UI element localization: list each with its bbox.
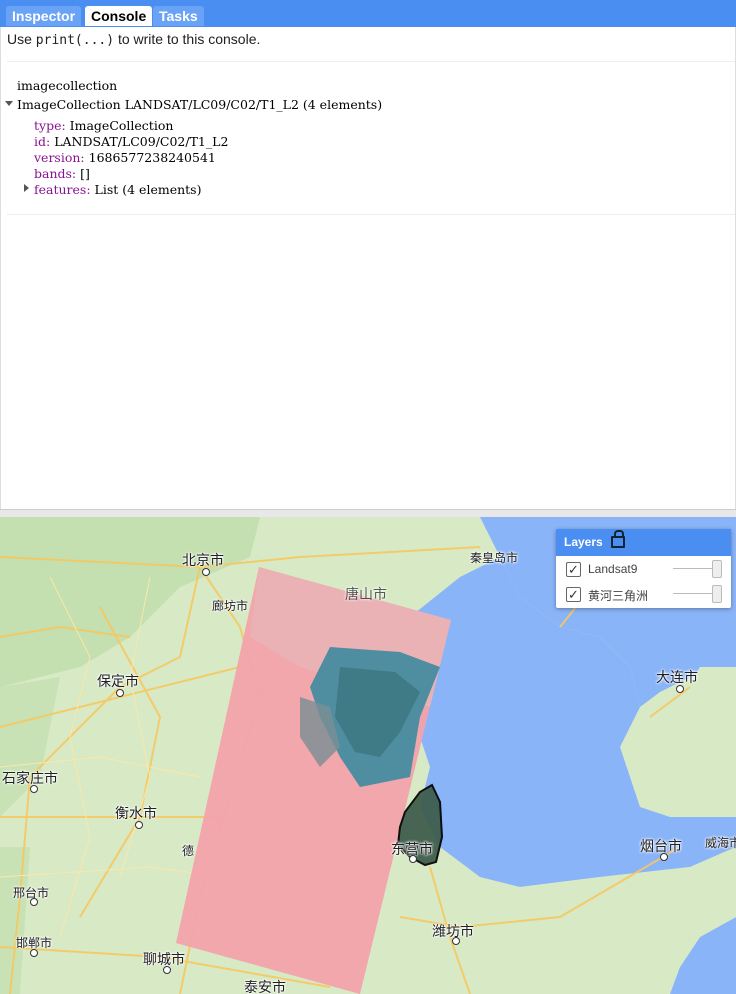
hint-suffix: to write to this console. xyxy=(114,31,261,47)
layer-name: 黄河三角洲 xyxy=(588,589,649,603)
map-label-hengshui: 衡水市 xyxy=(115,805,157,821)
console-hint: Use print(...) to write to this console. xyxy=(7,31,260,48)
lock-icon[interactable] xyxy=(611,530,625,548)
tab-inspector[interactable]: Inspector xyxy=(6,6,82,26)
map-label-weihai: 威海市 xyxy=(705,836,736,850)
city-marker xyxy=(30,785,38,793)
field-id: id: LANDSAT/LC09/C02/T1_L2 xyxy=(34,134,228,149)
city-marker xyxy=(163,966,171,974)
panel-tab-bar: Inspector Console Tasks xyxy=(0,0,736,28)
field-value: 1686577238240541 xyxy=(84,150,216,165)
field-key: id: xyxy=(34,134,51,149)
city-marker xyxy=(409,855,417,863)
field-key: features: xyxy=(34,182,91,197)
expand-arrow-icon[interactable] xyxy=(24,184,29,192)
map-label-qinhuangdao: 秦皇岛市 xyxy=(470,551,519,565)
map-label-dalian: 大连市 xyxy=(656,669,698,685)
field-value: ImageCollection xyxy=(65,118,174,133)
layer-checkbox-landsat9[interactable]: ✓ xyxy=(566,562,581,577)
map-label-beijing: 北京市 xyxy=(182,552,224,568)
map-label-taian: 泰安市 xyxy=(244,979,286,994)
city-marker xyxy=(30,898,38,906)
city-marker xyxy=(135,821,143,829)
city-marker xyxy=(30,949,38,957)
tab-console[interactable]: Console xyxy=(85,6,153,26)
field-value: List (4 elements) xyxy=(90,182,202,197)
layer-checkbox-delta[interactable]: ✓ xyxy=(566,587,581,602)
city-marker xyxy=(202,568,210,576)
layer-name: Landsat9 xyxy=(588,562,638,576)
field-key: bands: xyxy=(34,166,77,181)
layer-row-delta: ✓ 黄河三角洲 xyxy=(556,582,731,607)
field-version: version: 1686577238240541 xyxy=(34,150,216,165)
field-value: LANDSAT/LC09/C02/T1_L2 xyxy=(50,134,229,149)
opacity-slider-handle[interactable] xyxy=(712,585,722,603)
collapse-arrow-icon[interactable] xyxy=(5,101,13,106)
field-type: type: ImageCollection xyxy=(34,118,173,133)
hint-prefix: Use xyxy=(7,31,36,47)
output-variable-name: imagecollection xyxy=(17,78,118,93)
map-label-langfang: 廊坊市 xyxy=(212,599,249,613)
divider xyxy=(7,214,735,215)
city-marker xyxy=(452,937,460,945)
field-features[interactable]: features: List (4 elements) xyxy=(34,182,201,197)
map-label-baoding: 保定市 xyxy=(97,673,139,689)
city-marker xyxy=(660,853,668,861)
field-key: type: xyxy=(34,118,66,133)
city-marker xyxy=(676,685,684,693)
map-label-dezhou: 德 xyxy=(182,844,195,858)
hint-code: print(...) xyxy=(35,33,115,48)
console-panel: Use print(...) to write to this console.… xyxy=(0,27,736,510)
layers-header[interactable]: Layers xyxy=(556,529,731,556)
map-label-tangshan: 唐山市 xyxy=(345,586,387,602)
field-value: [] xyxy=(76,166,90,181)
layers-panel: Layers ✓ Landsat9 ✓ 黄河三角洲 xyxy=(556,529,731,608)
divider xyxy=(7,61,735,62)
map-label-shijiazhuang: 石家庄市 xyxy=(2,770,58,786)
layer-row-landsat9: ✓ Landsat9 xyxy=(556,557,731,582)
city-marker xyxy=(116,689,124,697)
field-key: version: xyxy=(34,150,85,165)
opacity-slider-handle[interactable] xyxy=(712,560,722,578)
tab-tasks[interactable]: Tasks xyxy=(153,6,204,26)
field-bands: bands: [] xyxy=(34,166,90,181)
output-summary[interactable]: ImageCollection LANDSAT/LC09/C02/T1_L2 (… xyxy=(17,97,382,112)
layers-title: Layers xyxy=(564,535,603,549)
